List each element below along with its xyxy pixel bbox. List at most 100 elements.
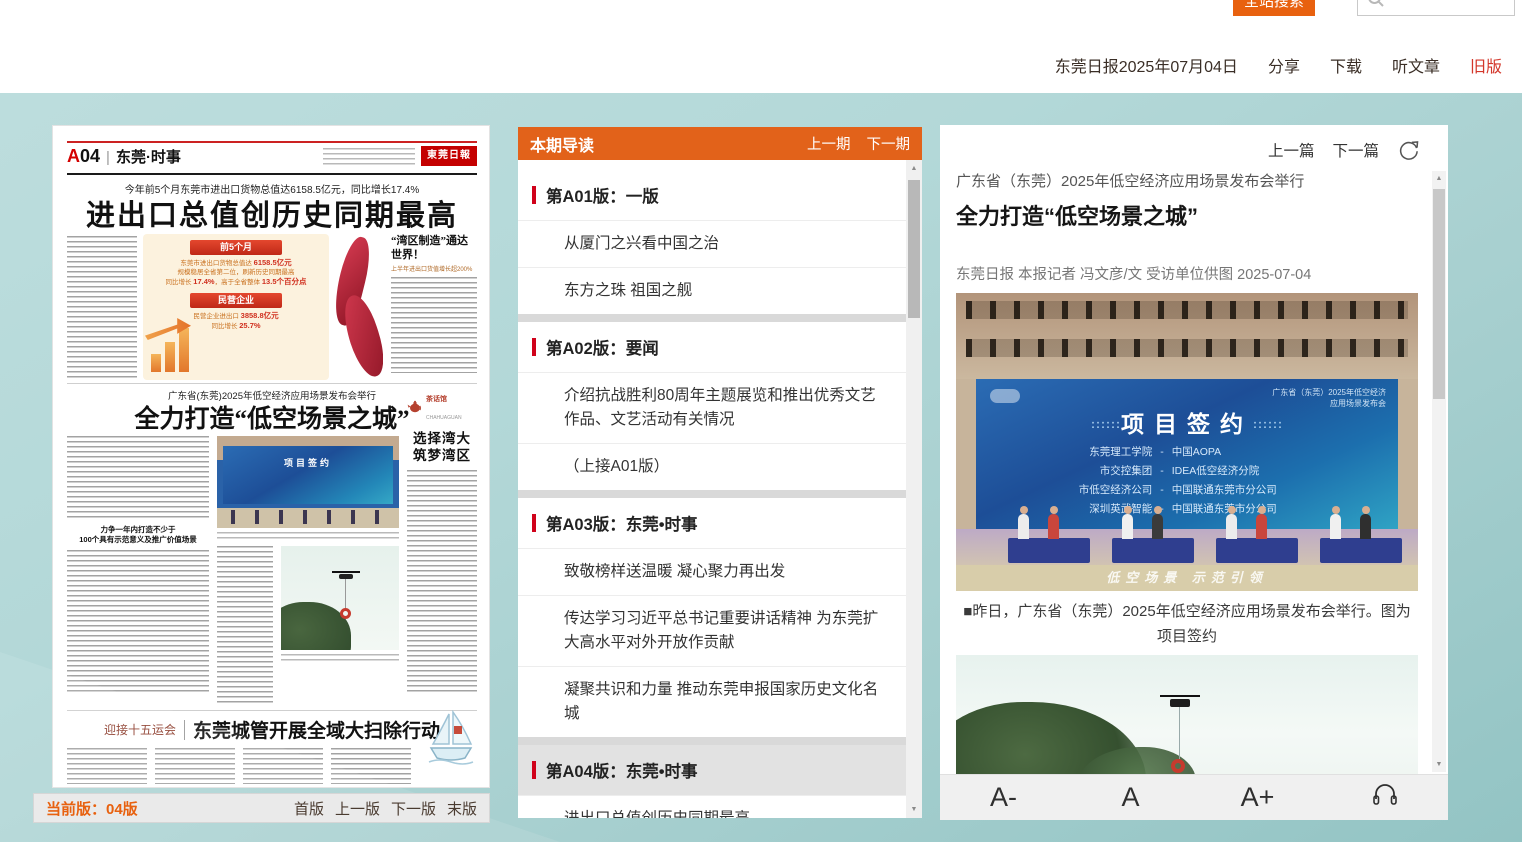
bay-story-headline[interactable]: “湾区制造”通达世界！ xyxy=(391,234,477,262)
toc-section-gap xyxy=(518,737,906,745)
tag-divider xyxy=(184,720,185,740)
person xyxy=(1360,514,1371,539)
person xyxy=(1152,514,1163,539)
sailboat-illustration xyxy=(427,710,475,766)
section-marker xyxy=(532,761,536,779)
toc-section-header-a01[interactable]: 第A01版：一版 xyxy=(518,170,906,220)
nav-old-version-link[interactable]: 旧版 xyxy=(1470,53,1502,77)
article-byline: 东莞日报 本报记者 冯文彦/文 受访单位供图 2025-07-04 xyxy=(956,263,1418,284)
toc-article[interactable]: 进出口总值创历史同期最高 xyxy=(518,795,906,818)
toc-article[interactable]: 传达学习习近平总书记重要讲话精神 为东莞扩大高水平对外开放作贡献 xyxy=(518,595,906,666)
article-caption: ■昨日，广东省（东莞）2025年低空经济应用场景发布会举行。图为项目签约 xyxy=(956,599,1418,649)
toc-section-label: 第A04版：东莞•时事 xyxy=(546,758,698,782)
trade-story-headline[interactable]: 进出口总值创历史同期最高 xyxy=(67,192,477,234)
toc-section-gap xyxy=(518,314,906,322)
share-icon[interactable] xyxy=(1397,138,1420,161)
ig-line4-text: 民营企业进出口 xyxy=(193,313,239,320)
listen-button[interactable] xyxy=(1321,781,1448,814)
np-section-divider xyxy=(67,710,477,711)
toc-article[interactable]: 致敬榜样送温暖 凝心聚力再出发 xyxy=(518,548,906,595)
ig-stat-private: 3858.8亿元 xyxy=(241,311,279,320)
article-kicker: 广东省（东莞）2025年低空经济应用场景发布会举行 xyxy=(956,170,1418,191)
pager-first-link[interactable]: 首版 xyxy=(294,798,324,819)
signing-pair: 市低空经济公司-中国联通东莞市分公司 xyxy=(976,481,1398,500)
infographic-ribbon-1: 前5个月 xyxy=(190,240,282,255)
np-top-rule xyxy=(67,141,477,143)
newspaper-page-panel[interactable]: A04|东莞·时事 東莞日報 今年前5个月东莞市进出口货物总值达6158.5亿元… xyxy=(52,125,490,788)
next-article-link[interactable]: 下一篇 xyxy=(1332,139,1379,161)
pair-left: 市低空经济公司 xyxy=(1032,481,1152,500)
toc-article[interactable]: 从厦门之兴看中国之治 xyxy=(518,220,906,267)
scroll-up-icon[interactable]: ▲ xyxy=(1432,175,1446,182)
next-issue-link[interactable]: 下一期 xyxy=(867,133,911,154)
ig-line2-text: 规模稳居全省第二位，刷新历史同期最高 xyxy=(143,268,329,277)
scroll-up-icon[interactable]: ▲ xyxy=(906,165,922,172)
article-scrollbar[interactable]: ▲ ▼ xyxy=(1432,171,1446,772)
toc-article[interactable]: 凝聚共识和力量 推动东莞申报国家历史文化名城 xyxy=(518,666,906,737)
scroll-down-icon[interactable]: ▼ xyxy=(1432,761,1446,768)
person xyxy=(1122,514,1133,539)
np-page-code-letter: A xyxy=(67,146,80,166)
scroll-down-icon[interactable]: ▼ xyxy=(906,806,922,813)
column-headline-line1[interactable]: 选择湾大 xyxy=(407,430,477,447)
text-column xyxy=(67,550,209,694)
top-nav: 东莞日报2025年07月04日 分享 下载 听文章 旧版 xyxy=(1055,53,1502,77)
toc-section-label: 第A01版：一版 xyxy=(546,183,659,207)
cleanup-story[interactable]: 迎接十五运会 东莞城管开展全域大扫除行动 xyxy=(67,716,477,786)
np-section-title: 东莞·时事 xyxy=(116,149,181,166)
pager-next-link[interactable]: 下一版 xyxy=(391,798,436,819)
signing-table xyxy=(1112,538,1194,563)
pager-prev-link[interactable]: 上一版 xyxy=(335,798,380,819)
photo-caption-lines xyxy=(281,654,399,662)
column-brand-name: 茶话馆 xyxy=(426,396,447,403)
ig-stat-points: 13.5个百分点 xyxy=(262,277,307,286)
prev-article-link[interactable]: 上一篇 xyxy=(1268,139,1315,161)
font-smaller-button[interactable]: A- xyxy=(940,782,1067,813)
stage-banner-text: 低空场景 示范引领 xyxy=(1106,570,1268,585)
inner-subhead-line2: 100个具有示范意义及推广价值场景 xyxy=(71,535,205,545)
font-normal-button[interactable]: A xyxy=(1067,782,1194,813)
column-headline-line2[interactable]: 筑梦湾区 xyxy=(407,447,477,464)
stage-photo-thumbnail: 项目签约 xyxy=(217,436,399,528)
toc-section-header-a04-active[interactable]: 第A04版：东莞•时事 xyxy=(518,745,906,795)
ig-stat-private-growth: 25.7% xyxy=(239,321,260,330)
nav-share-link[interactable]: 分享 xyxy=(1268,53,1300,77)
pair-right: 中国联通东莞市分公司 xyxy=(1172,481,1342,500)
signing-table xyxy=(1008,538,1090,563)
newspaper-page: A04|东莞·时事 東莞日報 今年前5个月东莞市进出口货物总值达6158.5亿元… xyxy=(67,126,477,788)
pair-right: 中国AOPA xyxy=(1172,443,1342,462)
np-page-code-number: 04 xyxy=(80,146,100,166)
nav-listen-link[interactable]: 听文章 xyxy=(1392,53,1440,77)
cleanup-headline[interactable]: 东莞城管开展全域大扫除行动 xyxy=(193,716,440,743)
red-ribbon-sculpture-photo xyxy=(335,236,383,378)
site-search-button[interactable]: 全站搜索 xyxy=(1233,0,1315,16)
ig-line3b-text: ，高于全省整体 xyxy=(215,279,261,286)
pager-last-link[interactable]: 末版 xyxy=(447,798,477,819)
toc-article[interactable]: （上接A01版） xyxy=(518,443,906,490)
toc-section-header-a03[interactable]: 第A03版：东莞•时事 xyxy=(518,498,906,548)
cleanup-tag: 迎接十五运会 xyxy=(104,721,176,738)
toc-article[interactable]: 介绍抗战胜利80周年主题展览和推出优秀文艺作品、文艺活动有关情况 xyxy=(518,372,906,443)
text-columns xyxy=(67,748,419,784)
np-masthead: 東莞日報 xyxy=(421,146,477,166)
headphones-icon xyxy=(1371,781,1399,807)
text-column xyxy=(391,277,477,373)
font-larger-button[interactable]: A+ xyxy=(1194,782,1321,813)
stage-apron: 低空场景 示范引领 xyxy=(956,565,1418,591)
scroll-thumb[interactable] xyxy=(908,180,920,318)
mini-screen-heading: 项目签约 xyxy=(223,456,393,469)
toc-scrollbar[interactable]: ▲ ▼ xyxy=(906,160,922,818)
pager-current-label: 当前版：04版 xyxy=(46,798,138,819)
nav-download-link[interactable]: 下载 xyxy=(1330,53,1362,77)
site-search-input[interactable] xyxy=(1357,0,1515,16)
article-photo-signing: 广东省（东莞）2025年低空经济 应用场景发布会 项目签约 东莞理工学院-中国A… xyxy=(956,293,1418,591)
scroll-thumb[interactable] xyxy=(1433,189,1445,399)
page-root: 全站搜索 东莞日报2025年07月04日 分享 下载 听文章 旧版 A04|东莞… xyxy=(0,0,1522,842)
toc-section-header-a02[interactable]: 第A02版：要闻 xyxy=(518,322,906,372)
toc-panel: 本期导读 上一期 下一期 第A01版：一版 从厦门之兴看中国之治 东方之珠 祖国… xyxy=(518,127,922,818)
prev-issue-link[interactable]: 上一期 xyxy=(807,133,851,154)
teahouse-column[interactable]: 茶话馆 CHAHUAGUAN 选择湾大 筑梦湾区 xyxy=(407,388,477,704)
toc-article[interactable]: 东方之珠 祖国之舰 xyxy=(518,267,906,314)
inner-subhead-line1: 力争一年内打造不少于 xyxy=(71,525,205,535)
bay-story[interactable]: “湾区制造”通达世界！ 上半年进出口货值增长超200% xyxy=(391,234,477,380)
